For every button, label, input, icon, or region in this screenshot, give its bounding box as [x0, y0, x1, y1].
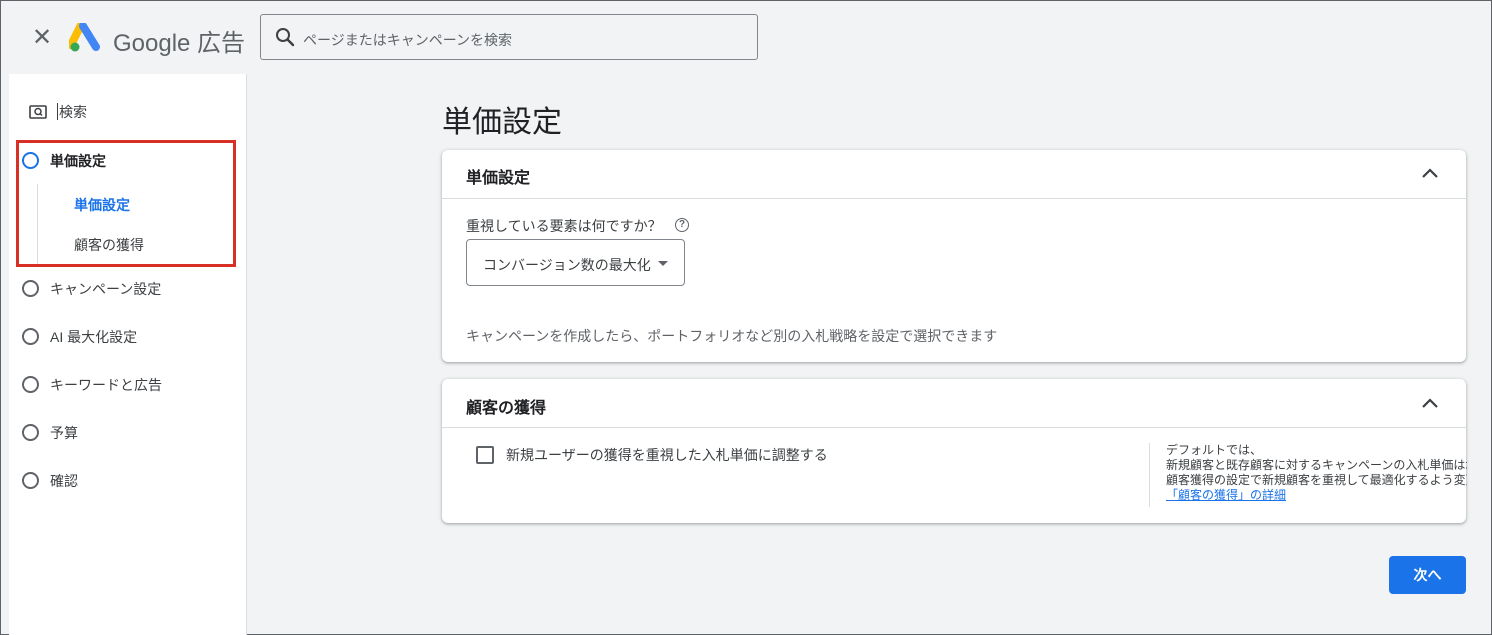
step-label: キャンペーン設定: [50, 281, 162, 297]
acquisition-info: デフォルトでは、 新規顧客と既存顧客に対するキャンペーンの入札単価は均等 顧客獲…: [1166, 443, 1467, 503]
substep-bidding[interactable]: 単価設定: [74, 195, 130, 215]
step-circle-icon: [22, 152, 39, 169]
step-review[interactable]: 確認: [21, 469, 236, 493]
card-divider: [442, 427, 1466, 428]
sidebar-search-label: 検索: [59, 104, 87, 120]
google-ads-logo: [67, 21, 103, 53]
step-bidding[interactable]: 単価設定: [21, 149, 236, 173]
info-line: デフォルトでは、: [1166, 443, 1263, 457]
info-line: 新規顧客と既存顧客に対するキャンペーンの入札単価は均等: [1166, 458, 1467, 472]
step-circle-icon: [22, 472, 39, 489]
step-budget[interactable]: 予算: [21, 421, 236, 445]
info-line: 顧客獲得の設定で新規顧客を重視して最適化するよう変更す: [1166, 473, 1467, 487]
step-ai-max[interactable]: AI 最大化設定: [21, 325, 236, 349]
bidding-strategy-dropdown[interactable]: コンバージョン数の最大化: [466, 239, 685, 286]
search-icon: [276, 28, 295, 47]
bidding-card: 単価設定 重視している要素は何ですか？ ? コンバージョン数の最大化 キャンペー…: [442, 150, 1466, 362]
card-title: 単価設定: [466, 170, 531, 187]
substep-line: [37, 184, 38, 264]
bidding-note: キャンペーンを作成したら、ポートフォリオなど別の入札戦略を設定で選択できます: [466, 328, 998, 344]
card-title: 顧客の獲得: [466, 400, 547, 417]
step-campaign-settings[interactable]: キャンペーン設定: [21, 277, 236, 301]
search-box-icon: [29, 105, 47, 119]
vertical-divider: [1149, 443, 1150, 507]
new-customer-checkbox[interactable]: [476, 446, 494, 464]
close-icon[interactable]: ✕: [31, 26, 53, 50]
bidding-question: 重視している要素は何ですか？: [466, 218, 662, 234]
step-label: 確認: [50, 473, 78, 489]
step-label: 予算: [50, 425, 78, 441]
help-icon[interactable]: ?: [675, 218, 689, 232]
substep-customer-acquisition[interactable]: 顧客の獲得: [74, 235, 144, 255]
step-label: 単価設定: [50, 153, 106, 169]
chevron-up-icon[interactable]: [1421, 397, 1439, 409]
step-circle-icon: [22, 376, 39, 393]
brand-title: Google 広告: [113, 30, 246, 57]
step-circle-icon: [22, 280, 39, 297]
dropdown-value: コンバージョン数の最大化: [483, 257, 651, 273]
dropdown-arrow-icon: [658, 261, 668, 266]
search-placeholder: ページまたはキャンペーンを検索: [303, 32, 513, 48]
card-divider: [442, 198, 1466, 199]
step-label: AI 最大化設定: [50, 329, 138, 345]
checkbox-label[interactable]: 新規ユーザーの獲得を重視した入札単価に調整する: [506, 445, 828, 465]
search-input[interactable]: ページまたはキャンペーンを検索: [260, 14, 758, 60]
customer-acquisition-card: 顧客の獲得 新規ユーザーの獲得を重視した入札単価に調整する デフォルトでは、 新…: [442, 379, 1467, 523]
step-circle-icon: [22, 424, 39, 441]
step-circle-icon: [22, 328, 39, 345]
next-button[interactable]: 次へ: [1389, 556, 1466, 594]
sidebar-search[interactable]: 検索: [29, 102, 229, 126]
chevron-up-icon[interactable]: [1421, 167, 1439, 179]
learn-more-link[interactable]: 「顧客の獲得」の詳細: [1166, 488, 1467, 503]
page-title: 単価設定: [442, 106, 562, 139]
step-label: キーワードと広告: [50, 377, 162, 393]
step-keywords-ads[interactable]: キーワードと広告: [21, 373, 236, 397]
